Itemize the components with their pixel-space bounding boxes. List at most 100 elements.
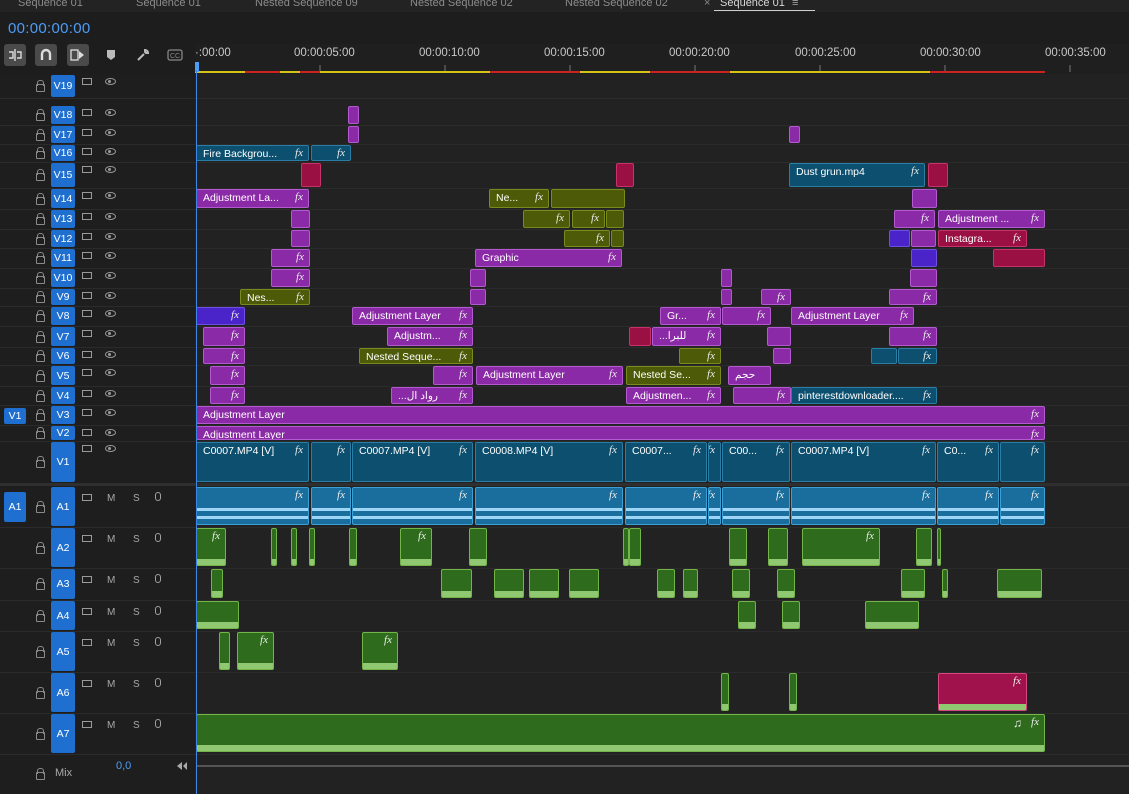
timeline-clip[interactable] xyxy=(494,569,524,598)
sync-lock-icon[interactable] xyxy=(82,576,92,583)
track-lock-icon[interactable] xyxy=(36,109,45,121)
mute-button[interactable]: M xyxy=(107,638,115,649)
microphone-icon[interactable] xyxy=(155,533,161,542)
timeline-clip[interactable]: fx xyxy=(237,632,274,670)
timeline-clip[interactable] xyxy=(997,569,1042,598)
source-patch-v1[interactable]: V1 xyxy=(4,408,26,424)
tab-sequence-01-b[interactable]: Sequence 01 xyxy=(136,0,201,11)
timeline-clip[interactable] xyxy=(911,249,937,267)
track-lock-icon[interactable] xyxy=(36,192,45,205)
sync-lock-icon[interactable] xyxy=(82,310,92,317)
timeline-clip[interactable]: Adjustment ... fx xyxy=(938,210,1045,228)
timeline-clip[interactable] xyxy=(219,632,230,670)
video-track-badge[interactable]: V3 xyxy=(51,406,75,424)
solo-button[interactable]: S xyxy=(133,575,140,586)
sync-lock-icon[interactable] xyxy=(82,78,92,85)
track-lock-icon[interactable] xyxy=(36,291,45,303)
track-lock-icon[interactable] xyxy=(36,272,45,284)
eye-icon[interactable] xyxy=(105,109,116,116)
video-track-badge[interactable]: V1 xyxy=(51,442,75,482)
video-track-badge[interactable]: V17 xyxy=(51,126,75,143)
timeline-clip[interactable]: fx xyxy=(271,249,310,267)
tab-menu-icon[interactable]: ≡ xyxy=(792,0,798,11)
tab-nested-sequence-02-b[interactable]: Nested Sequence 02 xyxy=(565,0,668,11)
sync-lock-icon[interactable] xyxy=(82,233,92,240)
track-lock-icon[interactable] xyxy=(36,147,45,159)
eye-icon[interactable] xyxy=(105,148,116,155)
microphone-icon[interactable] xyxy=(155,574,161,583)
timeline-clip[interactable]: حجم xyxy=(728,366,771,385)
eye-icon[interactable] xyxy=(105,129,116,136)
mute-button[interactable]: M xyxy=(107,534,115,545)
video-track-badge[interactable]: V8 xyxy=(51,307,75,325)
tab-nested-sequence-09[interactable]: Nested Sequence 09 xyxy=(255,0,358,11)
timeline-clip[interactable] xyxy=(721,673,729,711)
solo-button[interactable]: S xyxy=(133,720,140,731)
video-track-badge[interactable]: V15 xyxy=(51,163,75,187)
video-track-badge[interactable]: V16 xyxy=(51,145,75,161)
timeline-clip[interactable]: fx xyxy=(802,528,880,566)
audio-track-badge[interactable]: A5 xyxy=(51,632,75,671)
solo-button[interactable]: S xyxy=(133,534,140,545)
timeline-clip[interactable] xyxy=(196,601,239,629)
timeline-clip[interactable]: fx xyxy=(564,230,610,247)
track-lock-icon[interactable] xyxy=(36,128,45,141)
timeline-clip[interactable]: fx xyxy=(400,528,432,566)
sync-lock-icon[interactable] xyxy=(82,129,92,136)
video-track-badge[interactable]: V9 xyxy=(51,289,75,305)
timeline-clip[interactable]: Adjustment La... fx xyxy=(196,189,309,208)
timeline-clip[interactable]: fx xyxy=(203,327,245,346)
timeline-clip[interactable] xyxy=(348,126,359,143)
video-track-badge[interactable]: V18 xyxy=(51,106,75,124)
timeline-clip[interactable] xyxy=(871,348,897,364)
timeline-clip[interactable]: C0007.MP4 [V] fx xyxy=(196,442,309,482)
track-lock-icon[interactable] xyxy=(36,350,45,362)
track-lock-icon[interactable] xyxy=(36,252,45,264)
timeline-clip[interactable] xyxy=(551,189,625,208)
timeline-clip[interactable] xyxy=(773,348,791,364)
sync-lock-icon[interactable] xyxy=(82,351,92,358)
timeline-clip[interactable]: pinterestdownloader.... fx xyxy=(791,387,937,404)
eye-icon[interactable] xyxy=(105,351,116,358)
timeline-clip[interactable]: Nested Seque... fx xyxy=(359,348,473,364)
timeline-clip[interactable]: Adjustmen... fx xyxy=(626,387,721,404)
audio-track-badge[interactable]: A7 xyxy=(51,714,75,753)
timeline-clip[interactable]: Adjustment Layer fx xyxy=(352,307,473,325)
timeline-clip[interactable] xyxy=(721,289,732,305)
timeline-clip[interactable] xyxy=(937,528,941,566)
track-lock-icon[interactable] xyxy=(36,609,45,622)
sync-lock-icon[interactable] xyxy=(82,639,92,646)
timeline-clip[interactable]: Nes... fx xyxy=(240,289,310,305)
timeline-clip[interactable]: ...رواد ال fx xyxy=(391,387,473,404)
timeline-clip[interactable] xyxy=(348,106,359,124)
insert-overwrite-icon[interactable] xyxy=(4,44,26,66)
timeline-clip[interactable] xyxy=(889,230,910,247)
mute-button[interactable]: M xyxy=(107,679,115,690)
timeline-clip[interactable] xyxy=(291,528,297,566)
timeline-clip[interactable] xyxy=(629,327,651,346)
timeline-clip[interactable] xyxy=(928,163,948,187)
timeline-clip[interactable]: fx xyxy=(196,307,245,325)
timeline-clip[interactable]: fx xyxy=(523,210,570,228)
track-lock-icon[interactable] xyxy=(36,80,45,92)
audio-track-badge[interactable]: A6 xyxy=(51,673,75,712)
track-lock-icon[interactable] xyxy=(36,541,45,554)
video-track-badge[interactable]: V10 xyxy=(51,269,75,287)
timeline-clip[interactable]: Adjustment Layer fx xyxy=(791,307,914,325)
timeline-clip[interactable]: fx xyxy=(937,487,999,525)
timeline-clip[interactable] xyxy=(441,569,472,598)
tab-sequence-01-a[interactable]: Sequence 01 xyxy=(18,0,83,11)
sync-lock-icon[interactable] xyxy=(82,494,92,501)
sync-lock-icon[interactable] xyxy=(82,166,92,173)
timeline-clip[interactable]: fx xyxy=(889,289,937,305)
eye-icon[interactable] xyxy=(105,369,116,376)
track-lock-icon[interactable] xyxy=(36,232,45,245)
eye-icon[interactable] xyxy=(105,252,116,259)
timeline-clip[interactable]: fx xyxy=(733,387,791,404)
timeline-clip[interactable]: C0007.MP4 [V] fx xyxy=(352,442,473,482)
sync-lock-icon[interactable] xyxy=(82,390,92,397)
eye-icon[interactable] xyxy=(105,233,116,240)
microphone-icon[interactable] xyxy=(155,678,161,687)
timeline-clip[interactable] xyxy=(611,230,624,247)
video-track-badge[interactable]: V12 xyxy=(51,230,75,247)
